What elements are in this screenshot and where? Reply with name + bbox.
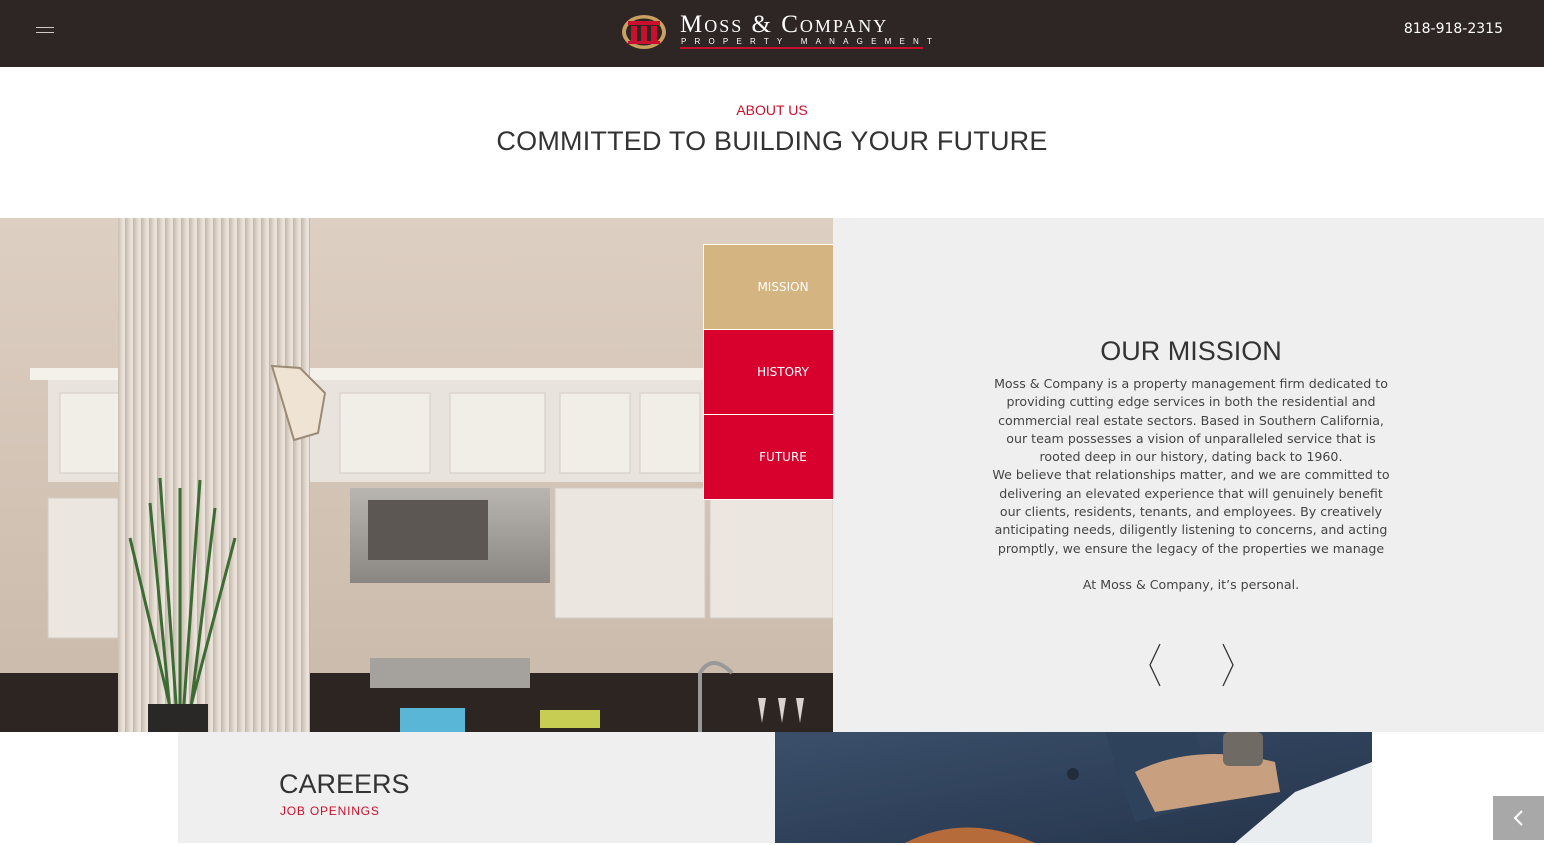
hamburger-menu-icon[interactable] (36, 24, 56, 36)
mission-title: OUR MISSION (1100, 336, 1282, 366)
back-button[interactable] (1493, 796, 1544, 840)
section-eyebrow: ABOUT US (736, 102, 808, 118)
careers-card: CAREERS JOB OPENINGS (178, 732, 775, 843)
logo-name: Moss & Company (680, 11, 889, 38)
chevron-right-icon[interactable] (1221, 643, 1235, 687)
mission-paragraph-1: Moss & Company is a property management … (994, 376, 1388, 465)
logo-tagline: PROPERTY MANAGEMENT (681, 37, 941, 46)
chevron-left-icon[interactable] (1148, 643, 1162, 687)
phone-link[interactable]: 818-918-2315 (1404, 21, 1503, 37)
mission-panel: OUR MISSION Moss & Company is a property… (833, 218, 1544, 732)
mission-paragraph-2: We believe that relationships matter, an… (992, 467, 1390, 556)
chevron-left-icon (1513, 810, 1523, 826)
job-openings-link[interactable]: JOB OPENINGS (280, 804, 380, 818)
site-header: Moss & Company PROPERTY MANAGEMENT 818-9… (0, 0, 1544, 67)
careers-title: CAREERS (279, 769, 410, 799)
businessman-photo (775, 732, 1372, 843)
page-title: COMMITTED TO BUILDING YOUR FUTURE (496, 126, 1048, 156)
logo-emblem-icon (622, 15, 666, 49)
mission-closing: At Moss & Company, it’s personal. (1082, 577, 1300, 593)
logo-underline (680, 47, 923, 49)
site-logo[interactable]: Moss & Company PROPERTY MANAGEMENT (620, 8, 941, 58)
mission-text: Moss & Company is a property management … (991, 375, 1391, 595)
